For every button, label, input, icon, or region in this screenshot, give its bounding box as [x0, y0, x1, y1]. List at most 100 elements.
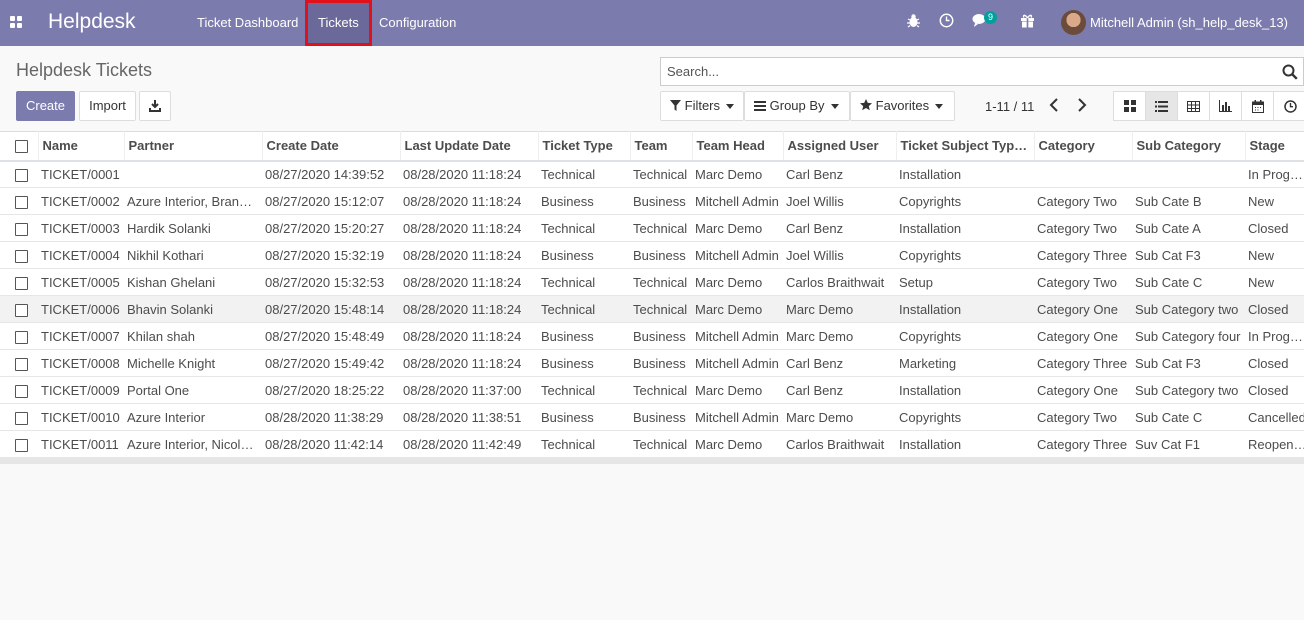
row-checkbox[interactable]: [0, 241, 38, 269]
cell-name[interactable]: TICKET/0003: [38, 214, 124, 242]
cell-sub-category[interactable]: Sub Category four: [1132, 322, 1245, 350]
cell-ticket-subject-type[interactable]: Setup: [896, 268, 1034, 296]
gift-icon[interactable]: [1020, 13, 1035, 33]
cell-ticket-subject-type[interactable]: Installation: [896, 214, 1034, 242]
favorites-dropdown[interactable]: Favorites: [850, 91, 955, 121]
bug-icon[interactable]: [907, 13, 920, 33]
chevron-left-icon[interactable]: [1047, 97, 1061, 113]
cell-stage[interactable]: In Progress: [1245, 160, 1304, 188]
table-row[interactable]: TICKET/0009 Portal One 08/27/2020 18:25:22…: [0, 376, 1304, 404]
row-checkbox[interactable]: [0, 214, 38, 242]
cell-last-update-date[interactable]: 08/28/2020 11:42:49: [400, 430, 538, 458]
cell-ticket-type[interactable]: Technical: [538, 214, 630, 242]
pivot-view-icon[interactable]: [1178, 92, 1210, 120]
cell-stage[interactable]: Closed: [1245, 295, 1304, 323]
cell-ticket-type[interactable]: Business: [538, 403, 630, 431]
cell-ticket-subject-type[interactable]: Copyrights: [896, 241, 1034, 269]
cell-stage[interactable]: Closed: [1245, 376, 1304, 404]
cell-name[interactable]: TICKET/0010: [38, 403, 124, 431]
cell-sub-category[interactable]: Sub Cat F3: [1132, 349, 1245, 377]
select-all-checkbox[interactable]: [0, 131, 39, 162]
table-row[interactable]: TICKET/0004 Nikhil Kothari 08/27/2020 15:3…: [0, 241, 1304, 269]
cell-ticket-subject-type[interactable]: Installation: [896, 160, 1034, 188]
cell-ticket-subject-type[interactable]: Copyrights: [896, 403, 1034, 431]
cell-team-head[interactable]: Marc Demo: [692, 376, 783, 404]
menu-ticket-dashboard[interactable]: Ticket Dashboard: [197, 0, 298, 46]
row-checkbox[interactable]: [0, 376, 38, 404]
table-row[interactable]: TICKET/0003 Hardik Solanki 08/27/2020 15:2…: [0, 214, 1304, 242]
cell-name[interactable]: TICKET/0011: [38, 430, 124, 458]
cell-assigned-user[interactable]: Marc Demo: [783, 322, 896, 350]
export-button[interactable]: [139, 91, 171, 121]
cell-last-update-date[interactable]: 08/28/2020 11:38:51: [400, 403, 538, 431]
messages-icon[interactable]: 9: [972, 11, 997, 33]
column-header-stage[interactable]: Stage: [1245, 131, 1304, 162]
cell-category[interactable]: Category Two: [1034, 403, 1132, 431]
cell-team-head[interactable]: Marc Demo: [692, 214, 783, 242]
import-button[interactable]: Import: [79, 91, 136, 121]
calendar-view-icon[interactable]: [1242, 92, 1274, 120]
cell-team[interactable]: Business: [630, 322, 692, 350]
cell-create-date[interactable]: 08/27/2020 18:25:22: [262, 376, 400, 404]
cell-team-head[interactable]: Marc Demo: [692, 295, 783, 323]
cell-last-update-date[interactable]: 08/28/2020 11:18:24: [400, 187, 538, 215]
column-header-assigned-user[interactable]: Assigned User: [783, 131, 897, 162]
column-header-last-update-date[interactable]: Last Update Date: [400, 131, 539, 162]
user-avatar[interactable]: [1061, 10, 1086, 35]
user-menu[interactable]: Mitchell Admin (sh_help_desk_13): [1090, 15, 1288, 30]
row-checkbox[interactable]: [0, 187, 38, 215]
cell-partner[interactable]: Portal One: [124, 376, 262, 404]
column-header-ticket-subject-type[interactable]: Ticket Subject Typ…: [896, 131, 1035, 162]
column-header-sub-category[interactable]: Sub Category: [1132, 131, 1246, 162]
cell-category[interactable]: Category Three: [1034, 241, 1132, 269]
app-brand[interactable]: Helpdesk: [48, 10, 136, 34]
cell-sub-category[interactable]: Sub Category two: [1132, 295, 1245, 323]
table-row[interactable]: TICKET/0007 Khilan shah 08/27/2020 15:48:4…: [0, 322, 1304, 350]
cell-ticket-type[interactable]: Business: [538, 349, 630, 377]
cell-partner[interactable]: Kishan Ghelani: [124, 268, 262, 296]
cell-last-update-date[interactable]: 08/28/2020 11:18:24: [400, 322, 538, 350]
cell-category[interactable]: Category One: [1034, 322, 1132, 350]
cell-last-update-date[interactable]: 08/28/2020 11:18:24: [400, 349, 538, 377]
cell-assigned-user[interactable]: Carlos Braithwait: [783, 268, 896, 296]
cell-team-head[interactable]: Marc Demo: [692, 160, 783, 188]
column-header-name[interactable]: Name: [38, 131, 125, 162]
cell-last-update-date[interactable]: 08/28/2020 11:18:24: [400, 241, 538, 269]
cell-stage[interactable]: Closed: [1245, 214, 1304, 242]
cell-name[interactable]: TICKET/0004: [38, 241, 124, 269]
cell-partner[interactable]: Bhavin Solanki: [124, 295, 262, 323]
row-checkbox[interactable]: [0, 403, 38, 431]
activity-view-icon[interactable]: [1274, 92, 1304, 120]
cell-team[interactable]: Business: [630, 349, 692, 377]
graph-view-icon[interactable]: [1210, 92, 1242, 120]
cell-category[interactable]: [1034, 160, 1132, 188]
cell-partner[interactable]: Azure Interior, Brandon Freeman: [124, 187, 262, 215]
search-icon[interactable]: [1282, 64, 1298, 80]
cell-ticket-type[interactable]: Technical: [538, 376, 630, 404]
column-header-team[interactable]: Team: [630, 131, 693, 162]
cell-name[interactable]: TICKET/0006: [38, 295, 124, 323]
cell-create-date[interactable]: 08/28/2020 11:42:14: [262, 430, 400, 458]
create-button[interactable]: Create: [16, 91, 75, 121]
row-checkbox[interactable]: [0, 160, 38, 188]
cell-team[interactable]: Technical: [630, 295, 692, 323]
cell-name[interactable]: TICKET/0005: [38, 268, 124, 296]
cell-team[interactable]: Technical: [630, 160, 692, 188]
cell-sub-category[interactable]: Sub Cate A: [1132, 214, 1245, 242]
cell-create-date[interactable]: 08/27/2020 15:20:27: [262, 214, 400, 242]
cell-ticket-type[interactable]: Technical: [538, 295, 630, 323]
cell-partner[interactable]: [124, 160, 262, 188]
cell-team-head[interactable]: Mitchell Admin: [692, 241, 783, 269]
cell-category[interactable]: Category One: [1034, 376, 1132, 404]
row-checkbox[interactable]: [0, 349, 38, 377]
cell-team[interactable]: Business: [630, 403, 692, 431]
cell-category[interactable]: Category Three: [1034, 430, 1132, 458]
cell-name[interactable]: TICKET/0001: [38, 160, 124, 188]
cell-create-date[interactable]: 08/28/2020 11:38:29: [262, 403, 400, 431]
cell-ticket-type[interactable]: Technical: [538, 268, 630, 296]
filters-dropdown[interactable]: Filters: [660, 91, 744, 121]
table-row[interactable]: TICKET/0005 Kishan Ghelani 08/27/2020 15:3…: [0, 268, 1304, 296]
cell-name[interactable]: TICKET/0008: [38, 349, 124, 377]
cell-team[interactable]: Business: [630, 187, 692, 215]
cell-name[interactable]: TICKET/0002: [38, 187, 124, 215]
